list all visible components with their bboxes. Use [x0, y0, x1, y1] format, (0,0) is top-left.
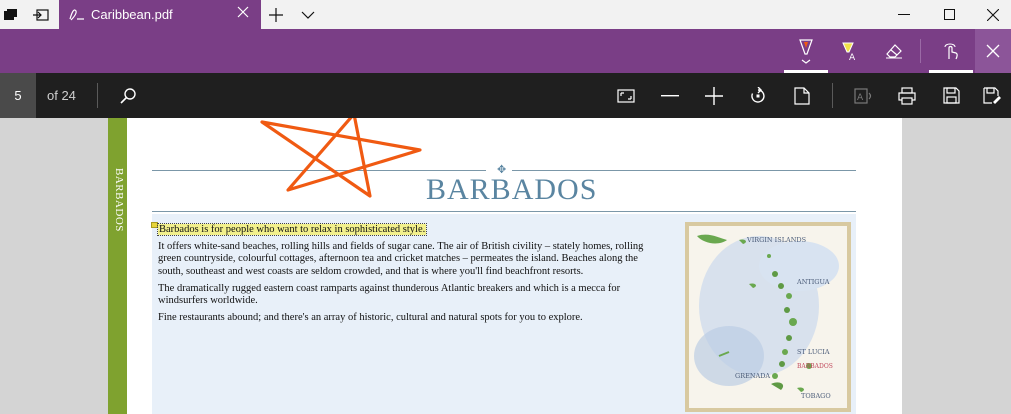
- set-aside-icon[interactable]: [30, 0, 52, 29]
- highlight-comment-marker[interactable]: [151, 222, 158, 228]
- maximize-icon: [943, 9, 955, 20]
- title-bar: Caribbean.pdf: [0, 0, 1011, 29]
- ink-toolbar-divider: [920, 39, 921, 63]
- new-tab-button[interactable]: [264, 0, 288, 29]
- zoom-out-icon: [661, 94, 679, 96]
- save-as-button[interactable]: [973, 73, 1011, 118]
- toolbar-divider: [832, 83, 833, 108]
- eraser-button[interactable]: [872, 29, 916, 73]
- ink-toolbar: A: [0, 29, 1011, 73]
- paragraph: It offers white-sand beaches, rolling hi…: [158, 241, 644, 277]
- body-text: Barbados is for people who want to relax…: [156, 223, 663, 329]
- save-icon: [942, 87, 960, 104]
- tab-document[interactable]: Caribbean.pdf: [59, 0, 261, 29]
- map-label: GRENADA: [735, 372, 770, 380]
- caribbean-map-image: VIRGIN ISLANDS ANTIGUA ST LUCIA BARBADOS…: [685, 222, 851, 412]
- read-aloud-button[interactable]: A: [841, 73, 885, 118]
- touch-writing-icon: [944, 43, 958, 60]
- section-side-label: BARBADOS: [113, 168, 125, 232]
- document-viewport[interactable]: BARBADOS ✥ BARBADOS Barbados is for peop…: [0, 118, 1011, 414]
- section-heading: BARBADOS: [426, 173, 598, 206]
- minimize-icon: [898, 13, 910, 15]
- plus-icon: [269, 7, 283, 22]
- page-count-label: of 24: [47, 88, 76, 103]
- paragraph: Fine restaurants abound; and there's an …: [158, 312, 583, 324]
- fit-page-icon: [617, 88, 635, 103]
- heading-underline: [152, 211, 856, 212]
- rotate-button[interactable]: [736, 73, 780, 118]
- close-tab-button[interactable]: [237, 6, 249, 22]
- ballpoint-pen-icon: [799, 39, 813, 64]
- tab-list-button[interactable]: [296, 0, 320, 29]
- tab-title: Caribbean.pdf: [91, 7, 173, 22]
- close-ink-toolbar-button[interactable]: [975, 29, 1011, 73]
- paragraph: The dramatically rugged eastern coast ra…: [158, 282, 621, 307]
- map-label: ST LUCIA: [797, 348, 830, 356]
- reader-toolbar: 5 of 24 A: [0, 73, 1011, 118]
- svg-text:A: A: [849, 53, 856, 61]
- print-button[interactable]: [885, 73, 929, 118]
- page-view-button[interactable]: [780, 73, 824, 118]
- zoom-in-button[interactable]: [692, 73, 736, 118]
- section-side-strip: BARBADOS: [108, 118, 127, 414]
- heading-rule-right: [512, 170, 856, 171]
- save-as-icon: [983, 87, 1001, 104]
- map-label: BARBADOS: [797, 363, 833, 370]
- close-window-button[interactable]: [970, 0, 1011, 29]
- pen-icon: [68, 6, 86, 26]
- save-button[interactable]: [929, 73, 973, 118]
- map-label: TOBAGO: [801, 392, 831, 400]
- maximize-button[interactable]: [926, 0, 972, 29]
- zoom-in-icon: [705, 86, 723, 105]
- ballpoint-pen-button[interactable]: [784, 29, 828, 73]
- map-label: VIRGIN ISLANDS: [746, 236, 806, 244]
- content-panel: Barbados is for people who want to relax…: [151, 214, 856, 414]
- svg-text:A: A: [857, 93, 864, 103]
- map-label: ANTIGUA: [796, 278, 830, 286]
- minimize-button[interactable]: [881, 0, 927, 29]
- chevron-down-icon: [301, 11, 315, 19]
- close-icon: [987, 8, 999, 21]
- rotate-icon: [751, 86, 765, 103]
- close-icon: [237, 6, 249, 18]
- ink-star-drawing[interactable]: [258, 118, 438, 202]
- fit-page-button[interactable]: [604, 73, 648, 118]
- zoom-out-button[interactable]: [648, 73, 692, 118]
- page-number-input[interactable]: 5: [0, 73, 36, 118]
- highlighted-sentence[interactable]: Barbados is for people who want to relax…: [156, 223, 428, 236]
- print-icon: [898, 86, 916, 105]
- page-view-icon: [794, 86, 810, 105]
- highlighter-button[interactable]: A: [828, 29, 872, 73]
- tabs-icon[interactable]: [0, 0, 22, 29]
- read-aloud-icon: A: [854, 87, 872, 104]
- eraser-icon: [886, 44, 902, 59]
- toolbar-divider: [97, 83, 98, 108]
- highlighter-icon: A: [842, 42, 856, 61]
- search-button[interactable]: [106, 73, 150, 118]
- touch-writing-button[interactable]: [929, 29, 973, 73]
- pdf-page: BARBADOS ✥ BARBADOS Barbados is for peop…: [108, 118, 902, 414]
- close-icon: [986, 44, 1000, 58]
- search-icon: [120, 87, 136, 104]
